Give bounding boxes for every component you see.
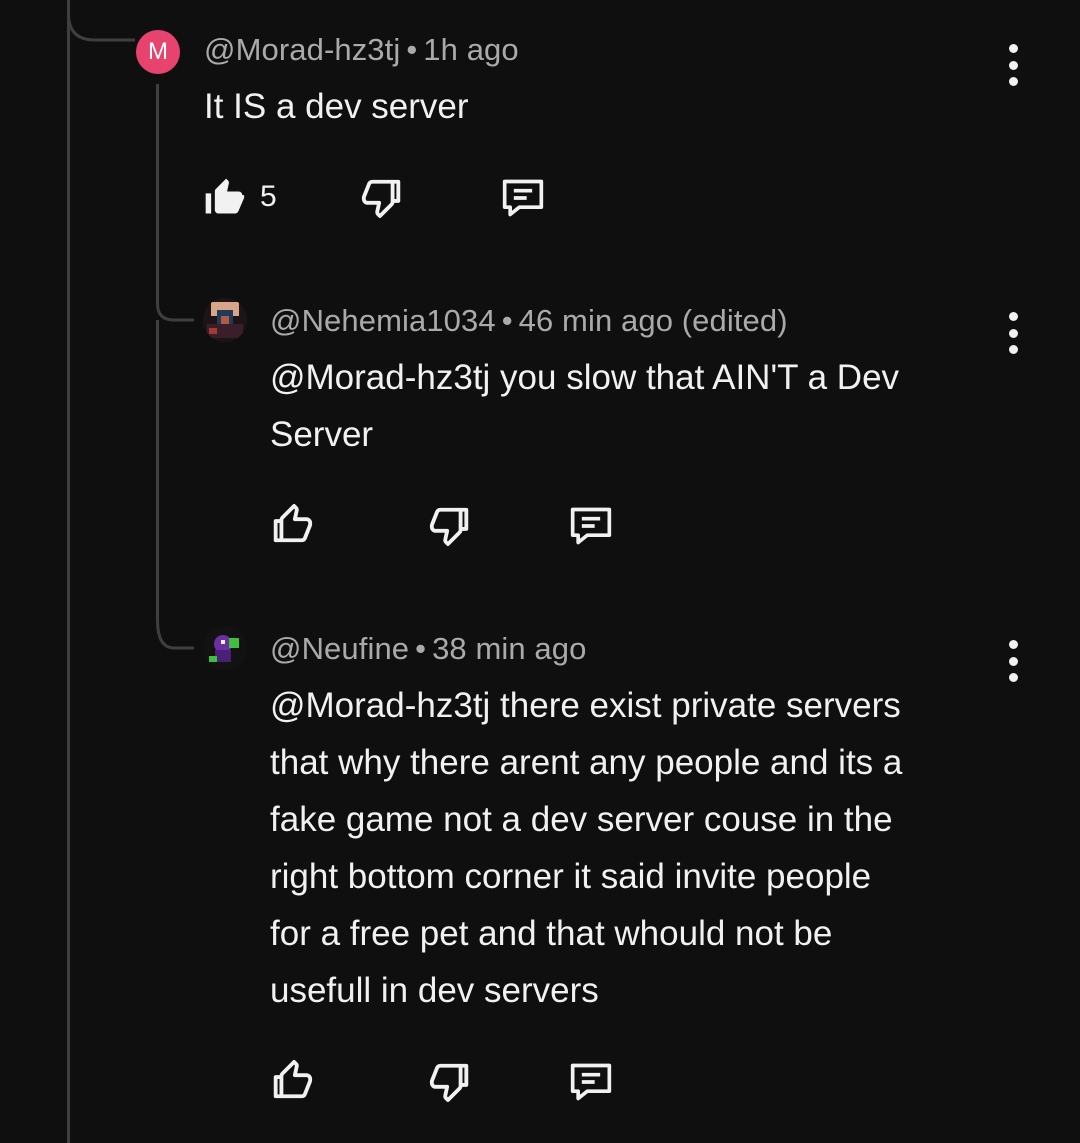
comment-text: @Morad-hz3tj you slow that AIN'T a Dev S… xyxy=(270,358,900,454)
thread-curve-1 xyxy=(67,0,135,42)
comment-meta: @Morad-hz3tj • 1h ago xyxy=(204,32,519,68)
thumbs-down-icon xyxy=(361,179,401,218)
like-button[interactable] xyxy=(268,500,314,546)
comment-author[interactable]: @Nehemia1034 xyxy=(270,303,496,338)
comment-time: 1h ago xyxy=(423,32,519,67)
thumbs-up-icon xyxy=(273,1060,313,1099)
comment-author[interactable]: @Morad-hz3tj xyxy=(204,32,400,67)
avatar[interactable] xyxy=(203,626,247,670)
reply-thread-line-2 xyxy=(156,320,159,610)
dislike-button[interactable] xyxy=(360,176,406,222)
like-button[interactable]: 5 xyxy=(202,174,277,220)
thumbs-down-icon xyxy=(429,1063,469,1102)
comment-time: 46 min ago (edited) xyxy=(518,303,788,338)
reply-thread-line xyxy=(156,84,159,254)
dislike-button[interactable] xyxy=(428,504,474,550)
thread-curve-3 xyxy=(156,600,194,650)
comment-text: It IS a dev server xyxy=(204,87,469,126)
thumbs-up-icon xyxy=(205,178,245,214)
more-vertical-icon[interactable] xyxy=(998,636,1028,686)
meta-separator: • xyxy=(501,303,513,338)
reply-button[interactable] xyxy=(566,1060,616,1104)
dislike-button[interactable] xyxy=(428,1060,474,1106)
comment-text: @Morad-hz3tj there exist private servers… xyxy=(270,686,903,1010)
like-count: 5 xyxy=(260,180,277,213)
avatar[interactable] xyxy=(203,298,247,342)
more-vertical-icon[interactable] xyxy=(998,40,1028,90)
avatar-image xyxy=(203,626,247,670)
reply-comment-icon xyxy=(570,507,612,545)
avatar-image xyxy=(203,298,247,342)
avatar[interactable]: M xyxy=(136,30,180,74)
like-button[interactable] xyxy=(268,1056,314,1102)
reply-button[interactable] xyxy=(566,504,616,548)
reply-comment-icon xyxy=(570,1063,612,1101)
comment-meta: @Nehemia1034 • 46 min ago (edited) xyxy=(270,303,788,339)
comment-time: 38 min ago xyxy=(432,631,587,666)
meta-separator: • xyxy=(415,631,427,666)
thumbs-up-icon xyxy=(273,504,313,543)
outer-thread-line xyxy=(67,0,70,1143)
reply-button[interactable] xyxy=(498,176,548,220)
more-vertical-icon[interactable] xyxy=(998,308,1028,358)
comment-meta: @Neufine • 38 min ago xyxy=(270,631,586,667)
meta-separator: • xyxy=(406,32,418,67)
thread-curve-2 xyxy=(156,254,194,322)
reply-comment-icon xyxy=(502,179,544,217)
comment-author[interactable]: @Neufine xyxy=(270,631,409,666)
thumbs-down-icon xyxy=(429,507,469,546)
